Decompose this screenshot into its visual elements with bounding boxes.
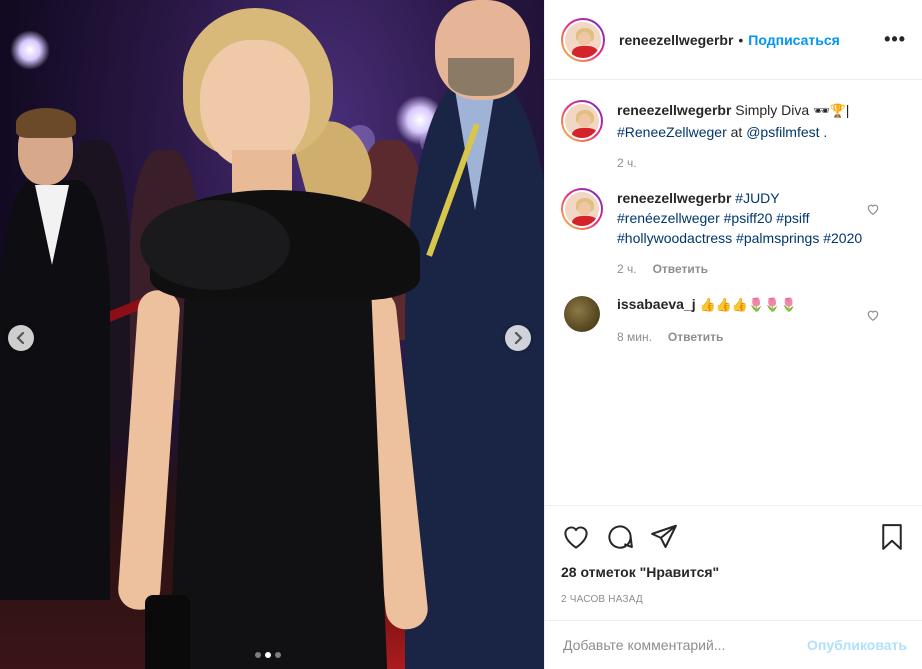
- reply-button[interactable]: Ответить: [653, 262, 708, 276]
- caption-separator: |: [845, 102, 850, 118]
- hashtag-link[interactable]: #ReneeZellweger: [617, 124, 727, 140]
- caption-text: Simply Diva: [735, 102, 814, 118]
- carousel-dots: [255, 652, 281, 658]
- carousel-dot: [275, 652, 281, 658]
- comment-time: 2 ч.: [617, 156, 637, 170]
- comment-icon[interactable]: [605, 522, 635, 552]
- post-actions: 28 отметок "Нравится" 2 ЧАСОВ НАЗАД: [545, 505, 922, 605]
- follow-button[interactable]: Подписаться: [748, 32, 840, 48]
- comments-list: reneezellwegerbr Simply Diva 🕶🏆| #ReneeZ…: [545, 80, 922, 344]
- post-side-panel: reneezellwegerbr • Подписаться ••• renee…: [544, 0, 922, 669]
- avatar[interactable]: [561, 100, 603, 142]
- publish-button[interactable]: Опубликовать: [807, 637, 907, 653]
- carousel-dot: [265, 652, 271, 658]
- like-comment-heart-icon[interactable]: [866, 308, 880, 322]
- stage-light: [10, 30, 50, 70]
- post-photo[interactable]: [0, 0, 544, 669]
- comment-emoji: 👍👍👍🌷🌷🌷: [699, 298, 797, 313]
- comment-time: 2 ч.: [617, 262, 637, 276]
- caption: reneezellwegerbr Simply Diva 🕶🏆| #ReneeZ…: [561, 100, 906, 170]
- avatar[interactable]: [561, 188, 603, 230]
- caption-emoji: 🕶🏆: [813, 104, 846, 119]
- mention-link[interactable]: @psfilmfest: [746, 124, 819, 140]
- likes-count[interactable]: 28 отметок "Нравится": [561, 564, 907, 580]
- add-comment-bar: Опубликовать: [545, 620, 922, 669]
- comment-username[interactable]: issabaeva_j: [617, 296, 696, 312]
- comment-input[interactable]: [563, 637, 808, 653]
- carousel-prev-button[interactable]: [8, 325, 34, 351]
- like-comment-heart-icon[interactable]: [866, 202, 880, 216]
- comment-time: 8 мин.: [617, 330, 652, 344]
- reply-button[interactable]: Ответить: [668, 330, 723, 344]
- bookmark-icon[interactable]: [877, 522, 907, 552]
- caption-end: .: [819, 124, 828, 140]
- carousel-next-button[interactable]: [505, 325, 531, 351]
- avatar[interactable]: [564, 296, 600, 332]
- chevron-left-icon: [16, 332, 25, 344]
- chevron-right-icon: [514, 332, 523, 344]
- carousel-dot: [255, 652, 261, 658]
- black-dress: [168, 270, 388, 669]
- post-header: reneezellwegerbr • Подписаться •••: [545, 0, 922, 80]
- post-timestamp: 2 ЧАСОВ НАЗАД: [561, 594, 643, 605]
- avatar[interactable]: [561, 17, 605, 62]
- comment-username[interactable]: reneezellwegerbr: [617, 102, 731, 118]
- comment-item: issabaeva_j 👍👍👍🌷🌷🌷 8 мин. Ответить: [561, 294, 906, 344]
- comment-item: reneezellwegerbr #JUDY #renéezellweger #…: [561, 188, 906, 276]
- caption-at: at: [726, 124, 747, 140]
- separator-dot: •: [738, 31, 744, 48]
- handbag: [145, 595, 190, 669]
- man-beard: [448, 58, 514, 96]
- heart-icon[interactable]: [561, 522, 591, 552]
- comment-username[interactable]: reneezellwegerbr: [617, 190, 731, 206]
- man-hair: [16, 108, 76, 138]
- share-icon[interactable]: [649, 522, 679, 552]
- header-username[interactable]: reneezellwegerbr: [619, 32, 733, 48]
- more-options-icon[interactable]: •••: [884, 29, 906, 50]
- dress-ruffle: [140, 200, 290, 290]
